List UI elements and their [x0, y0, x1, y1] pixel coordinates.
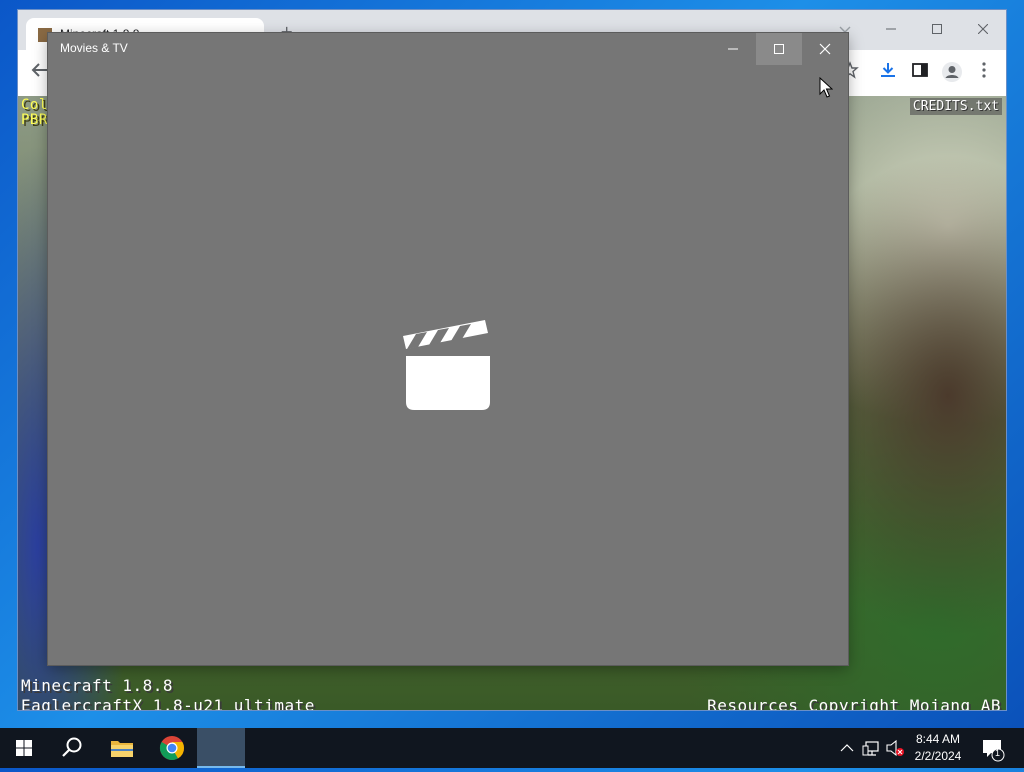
- network-icon[interactable]: [861, 728, 883, 768]
- clapperboard-icon: [403, 319, 493, 411]
- clock-date: 2/2/2024: [914, 749, 962, 763]
- search-icon[interactable]: [48, 728, 96, 768]
- game-version-line1: Minecraft 1.8.8: [21, 676, 173, 695]
- clock-time: 8:44 AM: [915, 732, 961, 746]
- browser-maximize-button[interactable]: [914, 16, 960, 44]
- credits-button[interactable]: CREDITS.txt: [909, 98, 1002, 115]
- system-clock[interactable]: 8:44 AM 2/2/2024: [906, 731, 970, 765]
- download-icon[interactable]: [876, 61, 900, 85]
- mouse-cursor-icon: [819, 76, 834, 99]
- game-version-line2: EaglercraftX 1.8-u21 ultimate: [21, 696, 315, 710]
- profile-avatar-icon[interactable]: [940, 61, 964, 85]
- browser-menu-icon[interactable]: [972, 61, 996, 85]
- minimize-button[interactable]: [710, 33, 756, 65]
- windows-start-icon[interactable]: [0, 728, 48, 768]
- game-copyright-text: Resources Copyright Mojang AB: [707, 696, 1001, 710]
- notification-center-icon[interactable]: 1: [980, 728, 1010, 768]
- movies-tv-window: Movies & TV: [48, 33, 848, 665]
- notification-count-badge: 1: [995, 748, 1001, 758]
- movies-tv-icon[interactable]: [197, 728, 245, 768]
- maximize-button[interactable]: [756, 33, 802, 65]
- taskbar: 8:44 AM 2/2/2024 1: [0, 728, 1024, 768]
- game-top-left-line2: PBR: [21, 112, 48, 128]
- chevron-up-icon[interactable]: [838, 728, 856, 768]
- volume-muted-icon[interactable]: [884, 728, 906, 768]
- chrome-icon[interactable]: [148, 728, 196, 768]
- file-explorer-icon[interactable]: [98, 728, 146, 768]
- side-panel-icon[interactable]: [908, 61, 932, 85]
- window-title: Movies & TV: [60, 41, 128, 55]
- close-button[interactable]: [802, 33, 848, 65]
- browser-close-button[interactable]: [960, 16, 1006, 44]
- browser-minimize-button[interactable]: [868, 16, 914, 44]
